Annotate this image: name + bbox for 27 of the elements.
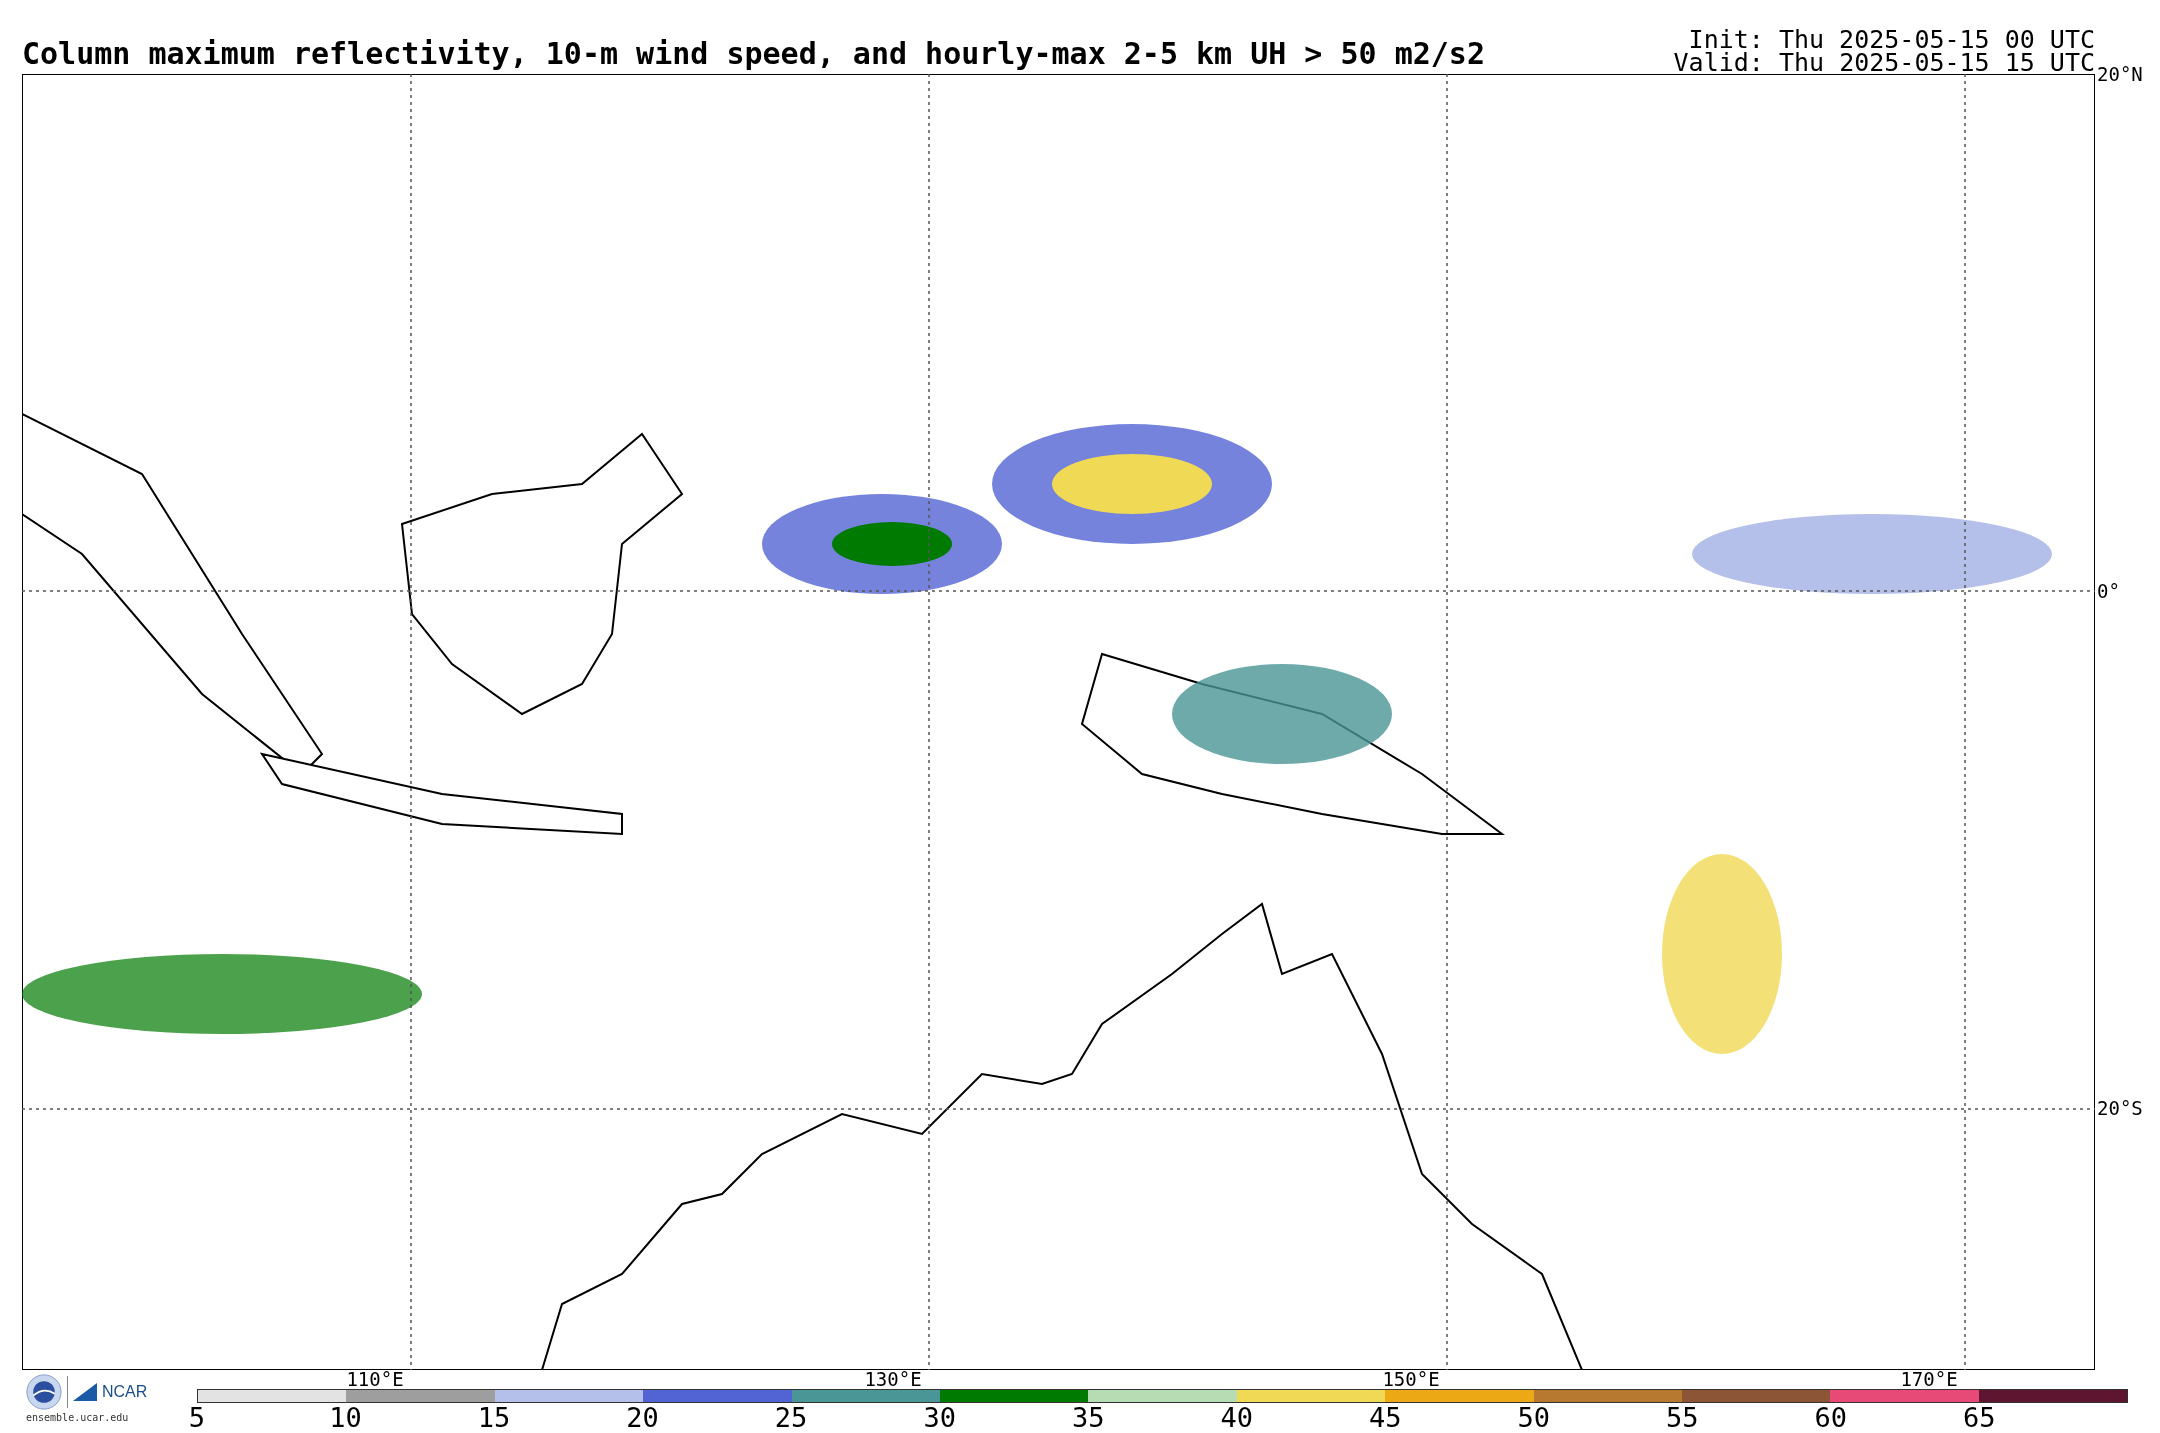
scale-label: 15: [477, 1403, 511, 1433]
scale-label: 10: [329, 1403, 362, 1433]
valid-time: Valid: Thu 2025-05-15 15 UTC: [1673, 51, 2095, 74]
scale-label: 35: [1071, 1403, 1105, 1433]
scale-label: 40: [1220, 1403, 1253, 1433]
longitude-label: 170°E: [1900, 1370, 1958, 1389]
site-url: ensemble.ucar.edu: [26, 1412, 130, 1423]
scale-label: 5: [188, 1403, 206, 1433]
longitude-label: 150°E: [1382, 1370, 1440, 1389]
emblem-icon: [26, 1374, 62, 1410]
scale-label: 65: [1963, 1403, 1996, 1433]
logo-icon: [73, 1383, 97, 1401]
latitude-label: 20°N: [2097, 64, 2143, 84]
chart-title: Column maximum reflectivity, 10-m wind speed, and hourly-max 2-5 km UH > 50 m2/s2: [22, 36, 1485, 73]
latitude-label: 0°: [2097, 581, 2120, 601]
logo-text: NCAR: [102, 1383, 148, 1401]
scale-label: 20: [626, 1403, 659, 1433]
scale-label: 50: [1517, 1403, 1551, 1433]
scale-label: 45: [1369, 1403, 1402, 1433]
init-time: Init: Thu 2025-05-15 00 UTC: [1688, 28, 2095, 51]
scale-label: 55: [1666, 1403, 1699, 1433]
longitude-label: 130°E: [864, 1370, 922, 1389]
longitude-label: 110°E: [346, 1370, 404, 1389]
latitude-label: 20°S: [2097, 1098, 2143, 1118]
scale-label: 60: [1814, 1403, 1848, 1433]
scale-label: 25: [774, 1403, 808, 1433]
scale-label: 30: [923, 1403, 956, 1433]
